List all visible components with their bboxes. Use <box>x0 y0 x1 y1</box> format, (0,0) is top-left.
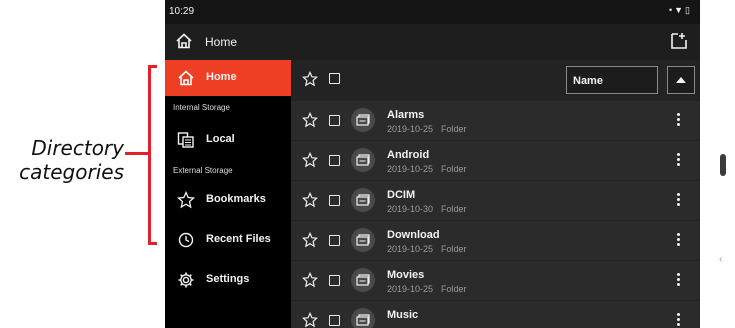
file-row[interactable]: Download 2019-10-25 Folder <box>291 220 700 260</box>
annotation-label: Directory categories <box>0 136 124 184</box>
file-name: Alarms <box>387 109 425 121</box>
file-meta: 2019-10-25 Folder <box>387 124 475 134</box>
folder-icon <box>351 148 375 172</box>
sidebar-item-local[interactable]: Local <box>165 122 291 158</box>
annotation-bracket-bottom <box>148 242 157 245</box>
status-time: 10:29 <box>169 6 195 17</box>
file-row[interactable]: Android 2019-10-25 Folder <box>291 140 700 180</box>
file-name: DCIM <box>387 189 416 201</box>
star-icon[interactable] <box>301 311 319 328</box>
file-name: Download <box>387 229 440 241</box>
file-list-pane: Name Alarms 2019-10-25 Folder Android 2019-1… <box>291 60 700 328</box>
sidebar: Home Internal Storage Local External Sto… <box>165 60 291 328</box>
file-name: Movies <box>387 269 425 281</box>
app-bar-title: Home <box>205 35 238 49</box>
file-row[interactable]: Movies 2019-10-25 Folder <box>291 260 700 300</box>
file-name: Music <box>387 309 419 321</box>
sort-field-select[interactable]: Name <box>566 66 658 94</box>
star-icon <box>177 191 195 209</box>
file-type: Folder <box>441 284 467 294</box>
device-screen: 10:29 •▼▯ Home Home Internal Storage Loc… <box>165 0 700 328</box>
scroll-handle[interactable] <box>720 154 726 176</box>
file-meta: 2019-10-25 Folder <box>387 164 475 174</box>
row-checkbox[interactable] <box>329 155 340 166</box>
sort-direction-button[interactable] <box>667 66 695 94</box>
section-external-storage: External Storage <box>173 166 233 175</box>
file-date: 2019-10-25 <box>387 164 434 174</box>
right-bezel <box>700 0 735 328</box>
sort-field-label: Name <box>573 75 603 87</box>
file-row[interactable]: Alarms 2019-10-25 Folder <box>291 100 700 140</box>
annotation-pointer <box>125 152 149 155</box>
home-icon[interactable] <box>175 32 193 50</box>
file-date: 2019-10-25 <box>387 244 434 254</box>
new-folder-icon[interactable] <box>670 32 688 50</box>
clock-icon <box>178 232 194 248</box>
battery-icon: ▯ <box>685 5 692 15</box>
star-icon[interactable] <box>301 111 319 128</box>
status-bar: 10:29 •▼▯ <box>165 0 700 24</box>
home-icon <box>178 70 194 86</box>
file-type: Folder <box>441 164 467 174</box>
file-date: 2019-10-25 <box>387 284 434 294</box>
file-name: Android <box>387 149 430 161</box>
app-bar: Home <box>165 24 700 60</box>
sidebar-item-recent-files[interactable]: Recent Files <box>165 222 291 258</box>
file-row[interactable]: DCIM 2019-10-30 Folder <box>291 180 700 220</box>
row-checkbox[interactable] <box>329 235 340 246</box>
folder-icon <box>351 228 375 252</box>
star-icon[interactable] <box>301 271 319 288</box>
select-all-checkbox[interactable] <box>329 73 340 84</box>
file-meta: 2019-10-25 Folder <box>387 244 475 254</box>
row-checkbox[interactable] <box>329 315 340 326</box>
file-meta: 2019-10-25 Folder <box>387 284 475 294</box>
annotation-bracket <box>148 65 151 245</box>
list-toolbar: Name <box>291 60 700 100</box>
file-type: Folder <box>441 124 467 134</box>
annotation-bracket-top <box>148 65 157 68</box>
more-options-icon[interactable] <box>677 233 681 247</box>
sidebar-item-home[interactable]: Home <box>165 60 291 96</box>
triangle-up-icon <box>676 77 686 83</box>
annotation-line-2: categories <box>19 160 124 184</box>
sidebar-item-label: Settings <box>206 273 250 285</box>
sidebar-item-label: Bookmarks <box>206 193 266 205</box>
folder-icon <box>351 108 375 132</box>
sidebar-item-label: Home <box>206 71 237 83</box>
row-checkbox[interactable] <box>329 115 340 126</box>
file-type: Folder <box>441 244 467 254</box>
file-type: Folder <box>441 204 467 214</box>
sidebar-item-settings[interactable]: Settings <box>165 262 291 298</box>
local-storage-icon <box>177 132 194 148</box>
star-icon[interactable] <box>302 71 318 87</box>
status-icons: •▼▯ <box>669 5 692 16</box>
row-checkbox[interactable] <box>329 275 340 286</box>
file-row[interactable]: Music <box>291 300 700 328</box>
sidebar-item-label: Recent Files <box>206 233 271 245</box>
folder-icon <box>351 188 375 212</box>
section-internal-storage: Internal Storage <box>173 103 230 112</box>
star-icon[interactable] <box>301 151 319 168</box>
more-options-icon[interactable] <box>677 153 681 167</box>
star-icon[interactable] <box>301 231 319 248</box>
file-date: 2019-10-30 <box>387 204 434 214</box>
more-options-icon[interactable] <box>677 273 681 287</box>
folder-icon <box>351 308 375 328</box>
chevron-left-icon[interactable]: ‹ <box>719 254 722 265</box>
wifi-icon: ▼ <box>674 5 686 15</box>
gear-icon <box>178 272 194 288</box>
sidebar-item-label: Local <box>206 133 235 145</box>
more-options-icon[interactable] <box>677 313 681 327</box>
star-icon[interactable] <box>301 191 319 208</box>
file-meta: 2019-10-30 Folder <box>387 204 475 214</box>
more-options-icon[interactable] <box>677 113 681 127</box>
annotation-line-1: Directory <box>31 136 124 160</box>
sidebar-item-bookmarks[interactable]: Bookmarks <box>165 182 291 218</box>
folder-icon <box>351 268 375 292</box>
file-meta <box>387 324 403 328</box>
file-date: 2019-10-25 <box>387 124 434 134</box>
more-options-icon[interactable] <box>677 193 681 207</box>
row-checkbox[interactable] <box>329 195 340 206</box>
